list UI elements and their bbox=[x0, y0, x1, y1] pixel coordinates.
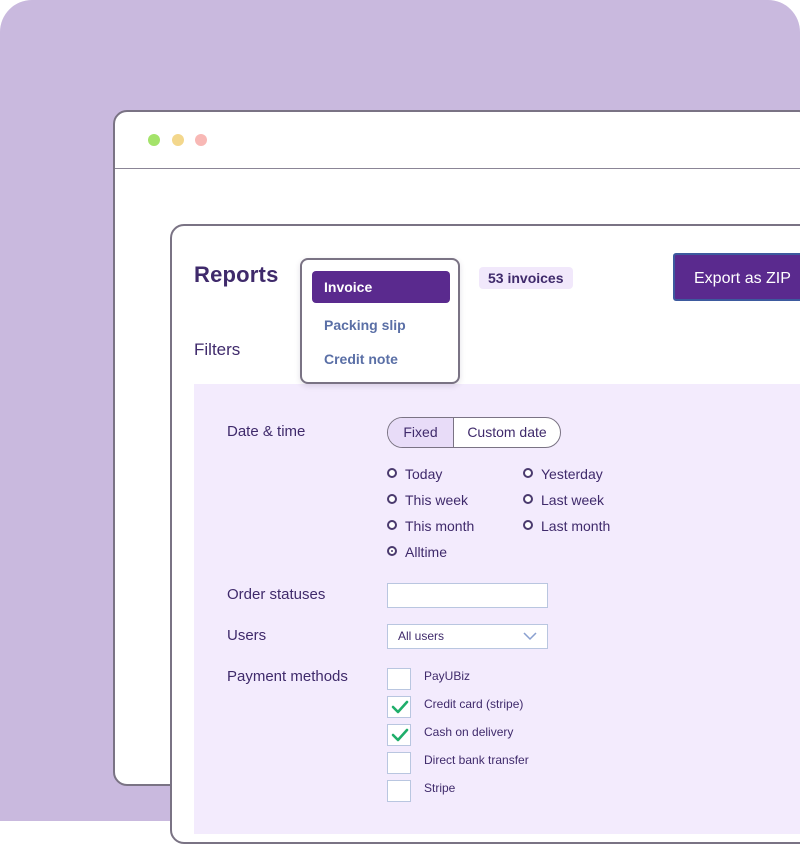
checkbox-box[interactable] bbox=[387, 780, 411, 802]
radio-circle-icon bbox=[387, 468, 397, 478]
checkbox-label: Direct bank transfer bbox=[424, 753, 529, 767]
radio-circle-icon bbox=[387, 494, 397, 504]
radio-label: Last week bbox=[541, 492, 605, 508]
checkbox-label: Stripe bbox=[424, 781, 456, 795]
radio-circle-icon bbox=[523, 494, 533, 504]
page-title: Reports bbox=[194, 262, 279, 287]
checkmark-icon bbox=[391, 700, 409, 714]
window-maximize-icon[interactable] bbox=[148, 134, 160, 146]
window-minimize-icon[interactable] bbox=[172, 134, 184, 146]
checkbox-box[interactable] bbox=[387, 668, 411, 690]
invoice-count-badge: 53 invoices bbox=[479, 267, 573, 289]
radio-circle-icon bbox=[387, 520, 397, 530]
checkbox-box[interactable] bbox=[387, 752, 411, 774]
checkbox-label: Cash on delivery bbox=[424, 725, 514, 739]
users-label: Users bbox=[227, 627, 267, 644]
users-select[interactable]: All users bbox=[387, 624, 548, 649]
browser-titlebar bbox=[115, 112, 800, 169]
checkbox-label: PayUBiz bbox=[424, 669, 471, 683]
dropdown-item-invoice[interactable]: Invoice bbox=[312, 271, 450, 303]
order-statuses-input[interactable] bbox=[387, 583, 548, 608]
radio-circle-icon bbox=[523, 520, 533, 530]
checkbox-label: Credit card (stripe) bbox=[424, 697, 524, 711]
tab-custom-date[interactable]: Custom date bbox=[454, 418, 560, 447]
radio-label: Alltime bbox=[405, 544, 448, 560]
export-zip-button[interactable]: Export as ZIP bbox=[673, 253, 800, 301]
date-time-label: Date & time bbox=[227, 423, 306, 440]
tab-fixed[interactable]: Fixed bbox=[388, 418, 454, 447]
order-statuses-label: Order statuses bbox=[227, 586, 326, 603]
radio-circle-icon bbox=[523, 468, 533, 478]
payment-methods-label: Payment methods bbox=[227, 668, 348, 685]
radio-label: Last month bbox=[541, 518, 611, 534]
radio-checked-icon bbox=[387, 546, 397, 556]
checkbox-box[interactable] bbox=[387, 696, 411, 718]
radio-label: Yesterday bbox=[541, 466, 603, 482]
dropdown-item-packing-slip[interactable]: Packing slip bbox=[312, 309, 450, 341]
checkmark-icon bbox=[391, 728, 409, 742]
chevron-down-icon bbox=[523, 632, 537, 641]
checkbox-box[interactable] bbox=[387, 724, 411, 746]
date-mode-toggle: Fixed Custom date bbox=[387, 417, 561, 448]
radio-label: Today bbox=[405, 466, 443, 482]
dropdown-item-credit-note[interactable]: Credit note bbox=[312, 343, 450, 375]
filters-heading: Filters bbox=[194, 340, 241, 359]
users-select-value: All users bbox=[398, 629, 445, 643]
radio-label: This month bbox=[405, 518, 475, 534]
radio-label: This week bbox=[405, 492, 469, 508]
window-close-icon[interactable] bbox=[195, 134, 207, 146]
document-type-dropdown: Invoice Packing slip Credit note bbox=[300, 258, 460, 384]
